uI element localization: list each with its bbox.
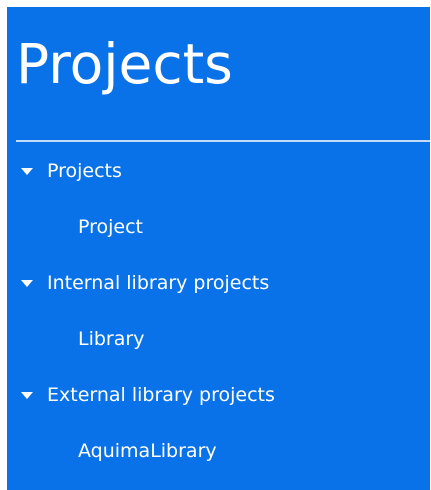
tree-group-internal-library-projects[interactable]: Internal library projects bbox=[21, 268, 269, 298]
panel-title: Projects bbox=[16, 32, 233, 96]
tree-group-external-library-projects[interactable]: External library projects bbox=[21, 380, 275, 410]
tree-item-label: Project bbox=[78, 216, 144, 238]
caret-down-icon[interactable] bbox=[21, 168, 33, 175]
title-divider bbox=[16, 140, 430, 142]
tree-group-label: Internal library projects bbox=[47, 272, 270, 294]
caret-down-icon[interactable] bbox=[21, 280, 33, 287]
tree-item-label: AquimaLibrary bbox=[78, 440, 217, 462]
tree-item-project[interactable]: Project bbox=[78, 212, 143, 242]
tree-group-label: External library projects bbox=[47, 384, 275, 406]
tree-group-label: Projects bbox=[47, 160, 122, 182]
tree-group-projects[interactable]: Projects bbox=[21, 156, 122, 186]
projects-panel: Projects Projects Project Internal libra… bbox=[7, 7, 430, 490]
tree-item-library[interactable]: Library bbox=[78, 324, 144, 354]
caret-down-icon[interactable] bbox=[21, 392, 33, 399]
tree-item-label: Library bbox=[78, 328, 145, 350]
tree-item-aquimalibrary[interactable]: AquimaLibrary bbox=[78, 436, 217, 466]
